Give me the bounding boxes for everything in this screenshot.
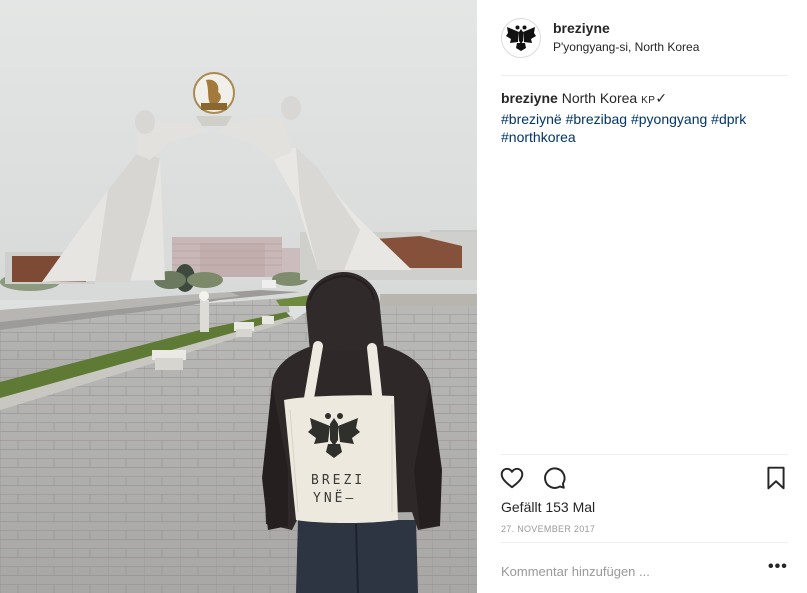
avatar[interactable]	[501, 18, 541, 58]
flag-emoji: KP	[641, 95, 656, 106]
like-button[interactable]	[499, 465, 525, 491]
post-details-pane: breziyne P'yongyang-si, North Korea brez…	[477, 0, 807, 593]
location-link[interactable]: P'yongyang-si, North Korea	[553, 40, 699, 54]
comment-input[interactable]	[501, 558, 741, 584]
check-mark: ✓	[655, 90, 668, 106]
bag-text-line1: BREZI	[311, 473, 365, 488]
hashtag-link[interactable]: #northkorea	[501, 129, 576, 145]
likes-count[interactable]: Gefällt 153 Mal	[501, 499, 595, 515]
username-link[interactable]: breziyne	[553, 20, 610, 36]
comment-button[interactable]	[541, 465, 567, 491]
hashtag-link[interactable]: #pyongyang	[631, 111, 707, 127]
eagle-logo-icon	[506, 25, 536, 51]
bookmark-icon	[767, 466, 785, 490]
post-photo[interactable]: BREZI YNË—	[0, 0, 477, 593]
post-header: breziyne P'yongyang-si, North Korea	[477, 0, 807, 75]
photo-scene: BREZI YNË—	[0, 0, 477, 593]
hashtag-link[interactable]: #brezibag	[566, 111, 628, 127]
instagram-post: BREZI YNË— breziyne P'yongyang-si, North…	[0, 0, 807, 593]
save-button[interactable]	[765, 465, 787, 491]
comment-divider	[501, 542, 788, 543]
header-divider	[501, 75, 788, 76]
more-icon[interactable]: •••	[768, 559, 790, 580]
caption: breziyne North Korea KP✓ #breziynë #brez…	[501, 89, 771, 146]
caption-username-link[interactable]: breziyne	[501, 90, 558, 106]
bag-text-line2: YNË—	[313, 490, 356, 506]
caption-text: North Korea	[561, 90, 638, 106]
heart-icon	[500, 467, 524, 489]
hashtag-link[interactable]: #dprk	[711, 111, 746, 127]
comment-icon	[544, 467, 566, 489]
post-date[interactable]: 27. NOVEMBER 2017	[501, 524, 595, 534]
actions-divider	[501, 454, 788, 455]
hashtag-link[interactable]: #breziynë	[501, 111, 562, 127]
